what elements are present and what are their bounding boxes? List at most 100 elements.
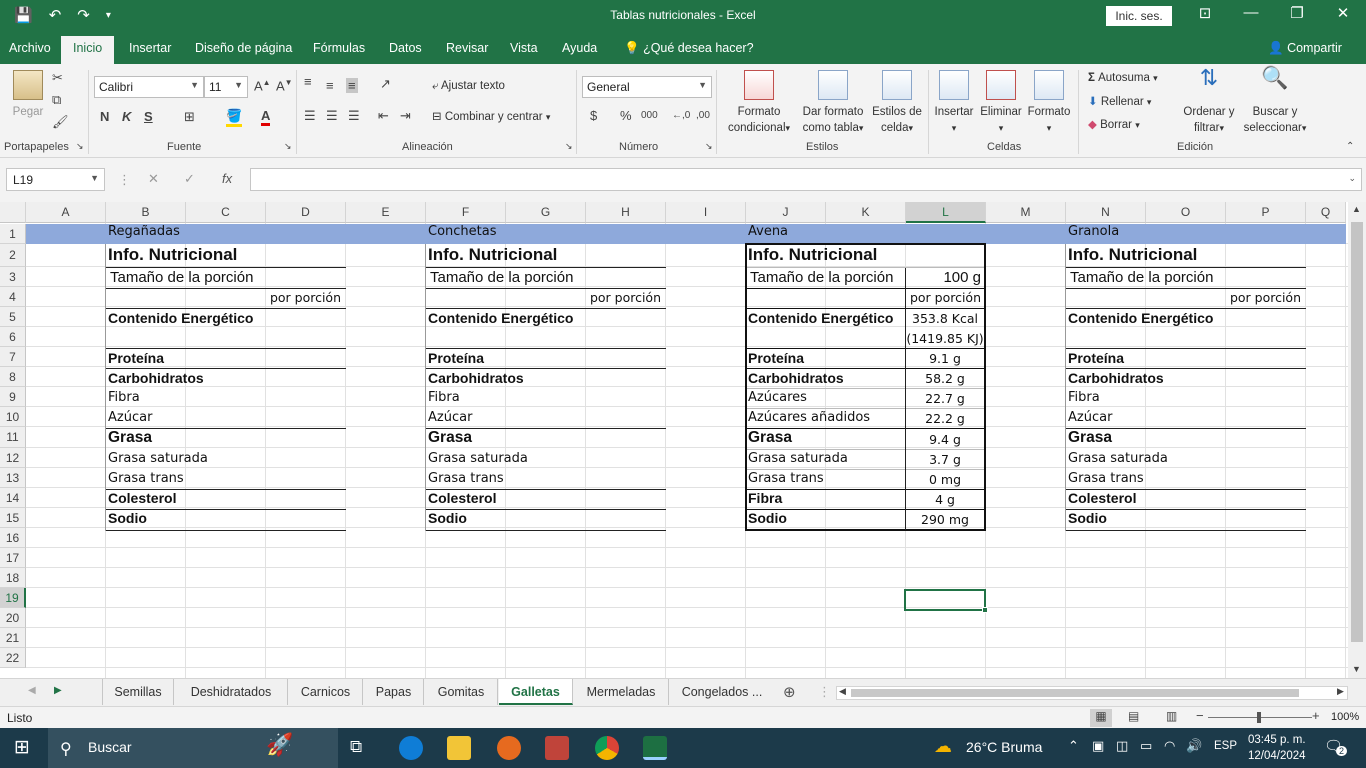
tab-revisar[interactable]: Revisar — [446, 41, 488, 55]
column-header-a[interactable]: A — [26, 202, 106, 223]
sheet-tab-semillas[interactable]: Semillas — [102, 679, 174, 705]
sheet-tab-deshidratados[interactable]: Deshidratados — [175, 679, 288, 705]
font-name-combo[interactable]: Calibri ▼ — [94, 76, 204, 98]
network-icon[interactable]: ◫ — [1116, 738, 1128, 754]
collapse-ribbon-icon[interactable]: ⌃ — [1346, 141, 1354, 152]
tab-inicio[interactable]: Inicio — [61, 36, 115, 64]
sheet-tab-mermeladas[interactable]: Mermeladas — [574, 679, 669, 705]
worksheet-grid[interactable]: ABCDEFGHIJKLMNOPQ 1 2 3 4 5 6 7 8 9 10 11 12 13 14 15 1… — [0, 202, 1348, 678]
zoom-level[interactable]: 100% — [1331, 711, 1359, 723]
meet-now-icon[interactable]: ▣ — [1092, 738, 1104, 754]
autosum-button[interactable]: Σ Autosuma ▾ — [1088, 70, 1158, 86]
taskbar-search[interactable]: ⚲ Buscar 🚀 — [48, 728, 338, 768]
row-header-11[interactable]: 11 — [0, 427, 26, 448]
borders-icon[interactable]: ⊞ — [184, 109, 195, 125]
row-header-14[interactable]: 14 — [0, 488, 26, 508]
column-header-j[interactable]: J — [746, 202, 826, 223]
font-color-icon[interactable]: A — [261, 108, 271, 126]
decrease-indent-icon[interactable]: ⇤ — [378, 108, 389, 124]
fill-handle[interactable] — [982, 607, 988, 613]
language-indicator[interactable]: ESP — [1214, 740, 1237, 752]
row-header-13[interactable]: 13 — [0, 468, 26, 488]
sheet-tab-galletas[interactable]: Galletas — [499, 679, 573, 705]
row-header-6[interactable]: 6 — [0, 327, 26, 347]
conditional-format-button[interactable]: Formato condicional▾ — [722, 70, 796, 136]
tab-formulas[interactable]: Fórmulas — [313, 41, 365, 55]
scroll-left-icon[interactable]: ◀ — [839, 686, 846, 697]
percent-button[interactable]: % — [620, 108, 632, 123]
system-clock[interactable]: 03:45 p. m. 12/04/2024 — [1248, 732, 1306, 764]
bold-button[interactable]: N — [100, 109, 109, 124]
align-middle-icon[interactable]: ≡ — [326, 78, 334, 93]
merge-center-button[interactable]: ⊟ Combinar y centrar ▾ — [432, 109, 550, 125]
column-header-g[interactable]: G — [506, 202, 586, 223]
row-header-18[interactable]: 18 — [0, 568, 26, 588]
alignment-launcher-icon[interactable]: ↘ — [565, 141, 573, 152]
close-button[interactable]: ✕ — [1320, 4, 1366, 22]
volume-icon[interactable]: 🔊 — [1186, 738, 1202, 754]
scroll-down-icon[interactable]: ▼ — [1352, 664, 1361, 674]
align-top-icon[interactable]: ≡ — [304, 74, 312, 89]
column-header-i[interactable]: I — [666, 202, 746, 223]
row-header-7[interactable]: 7 — [0, 347, 26, 367]
task-view-icon[interactable]: ⧉ — [350, 737, 362, 757]
firefox-icon[interactable] — [497, 736, 521, 760]
insert-cells-button[interactable]: Insertar ▾ — [932, 70, 976, 136]
paste-button[interactable]: Pegar — [8, 70, 48, 120]
vertical-scroll-thumb[interactable] — [1351, 222, 1363, 642]
row-header-5[interactable]: 5 — [0, 307, 26, 327]
currency-button[interactable]: $ — [590, 108, 597, 123]
column-header-h[interactable]: H — [586, 202, 666, 223]
wifi-icon[interactable]: ◠ — [1164, 738, 1175, 754]
add-sheet-icon[interactable]: ⊕ — [783, 683, 796, 701]
row-header-21[interactable]: 21 — [0, 628, 26, 648]
row-header-20[interactable]: 20 — [0, 608, 26, 628]
sheet-tab-gomitas[interactable]: Gomitas — [425, 679, 498, 705]
fill-button[interactable]: ⬇ Rellenar ▾ — [1088, 94, 1151, 110]
row-header-4[interactable]: 4 — [0, 287, 26, 307]
tab-archivo[interactable]: Archivo — [9, 41, 51, 55]
battery-icon[interactable]: ▭ — [1140, 738, 1152, 754]
tab-datos[interactable]: Datos — [389, 41, 422, 55]
column-header-p[interactable]: P — [1226, 202, 1306, 223]
font-size-combo[interactable]: 11 ▼ — [204, 76, 248, 98]
scroll-right-icon[interactable]: ▶ — [1337, 686, 1344, 697]
prev-sheet-icon[interactable]: ◀ — [28, 685, 36, 696]
tab-vista[interactable]: Vista — [510, 41, 538, 55]
formula-input[interactable]: ⌄ — [250, 168, 1362, 191]
italic-button[interactable]: K — [122, 109, 131, 124]
page-layout-view-icon[interactable]: ▤ — [1128, 709, 1139, 723]
horizontal-scroll-thumb[interactable] — [851, 689, 1299, 697]
cell-styles-button[interactable]: Estilos de celda▾ — [870, 70, 924, 136]
row-header-22[interactable]: 22 — [0, 648, 26, 668]
column-header-o[interactable]: O — [1146, 202, 1226, 223]
zoom-out-icon[interactable]: − — [1196, 708, 1204, 723]
chrome-icon[interactable] — [595, 736, 619, 760]
select-all-corner[interactable] — [0, 202, 26, 223]
file-explorer-icon[interactable] — [447, 736, 471, 760]
tell-me-search[interactable]: 💡 ¿Qué desea hacer? — [624, 41, 754, 56]
grow-font-icon[interactable]: A▲ — [254, 78, 271, 93]
wrap-text-button[interactable]: ⤶ Ajustar texto — [432, 78, 505, 94]
row-header-3[interactable]: 3 — [0, 267, 26, 287]
column-header-d[interactable]: D — [266, 202, 346, 223]
ribbon-display-icon[interactable]: ⊡ — [1182, 4, 1228, 22]
align-right-icon[interactable]: ☰ — [348, 108, 360, 124]
excel-icon[interactable] — [643, 736, 667, 760]
align-left-icon[interactable]: ☰ — [304, 108, 316, 124]
row-header-16[interactable]: 16 — [0, 528, 26, 548]
number-launcher-icon[interactable]: ↘ — [705, 141, 713, 152]
weather-text[interactable]: 26°C Bruma — [966, 739, 1042, 755]
row-header-17[interactable]: 17 — [0, 548, 26, 568]
delete-cells-button[interactable]: Eliminar ▾ — [978, 70, 1024, 136]
cut-icon[interactable]: ✂ — [52, 70, 63, 86]
row-header-1[interactable]: 1 — [0, 224, 26, 244]
column-header-m[interactable]: M — [986, 202, 1066, 223]
minimize-button[interactable]: — — [1228, 4, 1274, 21]
format-painter-icon[interactable]: 🖌 — [52, 114, 69, 130]
tab-ayuda[interactable]: Ayuda — [562, 41, 597, 55]
page-break-view-icon[interactable]: ▥ — [1166, 709, 1177, 723]
column-header-l[interactable]: L — [906, 202, 986, 223]
row-header-2[interactable]: 2 — [0, 244, 26, 267]
share-button[interactable]: 👤 Compartir — [1268, 41, 1342, 56]
